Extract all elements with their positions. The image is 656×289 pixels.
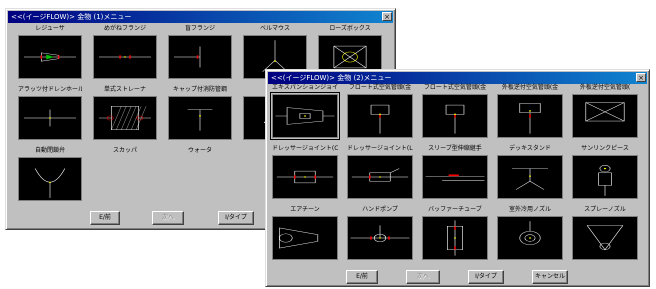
symbol-label: バッファーチューブ (428, 206, 482, 213)
spray-icon (586, 225, 624, 251)
back-prev-button[interactable]: E/前 (90, 211, 120, 225)
shell-air-vent-a-symbol[interactable] (497, 94, 563, 138)
link-piece-symbol[interactable] (572, 155, 638, 199)
symbol-label: ドレッサージョイント(L) (347, 145, 413, 152)
scupper-symbol[interactable] (18, 157, 82, 201)
symbol-label: フロート式空気管頭(金 (348, 84, 412, 91)
symbol-label: フロート式空気管頭(金 (423, 84, 487, 91)
symbol-label: ウォータ (187, 147, 212, 154)
symbol-label: 自動閉鎖弁 (34, 147, 65, 154)
sleeve-joint-symbol[interactable] (422, 155, 488, 199)
symbol-label: レジューサ (35, 25, 65, 32)
airvent-icon (370, 104, 390, 134)
front-window-title: <<(イージFLOW)> 金物 (2)メニュー (271, 74, 392, 82)
symbol-label: キャップ付消防管鋼 (172, 86, 227, 93)
drain-icon (23, 109, 77, 127)
front-menu-window: <<(イージFLOW)> 金物 (2)メニュー × エキスパンションジョイント(… (265, 69, 650, 287)
capped-icon (187, 109, 213, 131)
linkpiece-icon (598, 165, 612, 196)
dresser-joint-l-symbol[interactable] (347, 155, 413, 199)
back-next-button: 次へ (152, 211, 184, 225)
symbol-label: めがねフランジ (103, 25, 146, 32)
flange-pair-icon (98, 55, 152, 59)
airvent2-icon (519, 103, 541, 134)
symbol-label: 単式ストレーナ (103, 86, 146, 93)
strainer-symbol[interactable] (93, 96, 157, 140)
sleeve-icon (425, 174, 485, 181)
symbol-label: アラッツ付ドレンホール (18, 86, 82, 93)
horn-icon (279, 227, 319, 249)
hand-pump-symbol[interactable] (347, 216, 413, 260)
symbol-label: デッキスタンド (509, 145, 551, 152)
drain-hole-symbol[interactable] (18, 96, 82, 140)
strainer-icon (98, 106, 152, 130)
scupper-icon (34, 168, 66, 198)
symbol-label: 室外冷用ノズル (508, 206, 551, 213)
capped-fire-pipe-symbol[interactable] (168, 96, 232, 140)
front-next-button: 次へ (406, 270, 440, 284)
spectacle-flange-symbol[interactable] (93, 35, 157, 79)
symbol-label: 盲フランジ (184, 25, 215, 32)
dresser-joint-c-symbol[interactable] (272, 155, 338, 199)
symbol-label: エキスパンションジョイント(ベ ロウ) (272, 84, 338, 91)
airvent-icon (445, 104, 465, 134)
dresser-c-icon (276, 170, 334, 184)
front-cancel-button[interactable]: キャンセル (532, 270, 568, 284)
symbol-label: スプレーノズル (584, 206, 626, 213)
symbol-label: 外板逆付空気管頭( (579, 84, 631, 91)
float-air-vent-a-symbol[interactable] (347, 94, 413, 138)
expansion-joint-symbol[interactable] (270, 92, 340, 140)
buffer-tube-symbol[interactable] (422, 216, 488, 260)
back-window-close-button[interactable]: × (382, 12, 392, 21)
symbol-label: ハンドポンプ (362, 206, 398, 213)
xbox-icon (585, 102, 625, 122)
symbol-label: スリーブ型伸縮継手 (428, 145, 482, 152)
symbol-label: エアチーン (290, 206, 320, 213)
shell-air-vent-b-symbol[interactable] (572, 94, 638, 138)
reducer-symbol[interactable] (18, 35, 82, 79)
symbol-label: ベルマウス (259, 25, 290, 32)
air-horn-symbol[interactable] (272, 216, 338, 260)
dresser-l-icon (351, 168, 409, 182)
symbol-label: ドレッサージョイント(C) (272, 145, 338, 152)
back-type-button[interactable]: Ι/タイプ (218, 211, 254, 225)
nozzle-icon (519, 221, 541, 245)
buffer-icon (447, 220, 463, 256)
deck-nozzle-symbol[interactable] (497, 216, 563, 260)
blind-flange-symbol[interactable] (168, 35, 232, 79)
expansion-icon (275, 107, 335, 125)
deck-stand-symbol[interactable] (497, 155, 563, 199)
back-window-title: <<(イージFLOW)> 金物 (1)メニュー (11, 13, 132, 21)
deckstand-icon (512, 168, 548, 190)
symbol-label: サンリンクピース (581, 145, 629, 152)
symbol-label: ローズボックス (329, 25, 371, 32)
blind-icon (173, 46, 201, 68)
front-window-close-button[interactable]: × (636, 73, 646, 82)
reducer-icon (23, 52, 77, 62)
symbol-label: スカッパ (112, 147, 137, 154)
handpump-icon (350, 225, 410, 242)
front-type-button[interactable]: Ι/タイプ (468, 270, 504, 284)
spray-nozzle-symbol[interactable] (572, 216, 638, 260)
symbol-label: 外板逆付空気管頭(金 (501, 84, 559, 91)
back-window-title-bar[interactable]: <<(イージFLOW)> 金物 (1)メニュー × (8, 11, 393, 23)
front-prev-button[interactable]: E/前 (346, 270, 378, 284)
float-air-vent-b-symbol[interactable] (422, 94, 488, 138)
